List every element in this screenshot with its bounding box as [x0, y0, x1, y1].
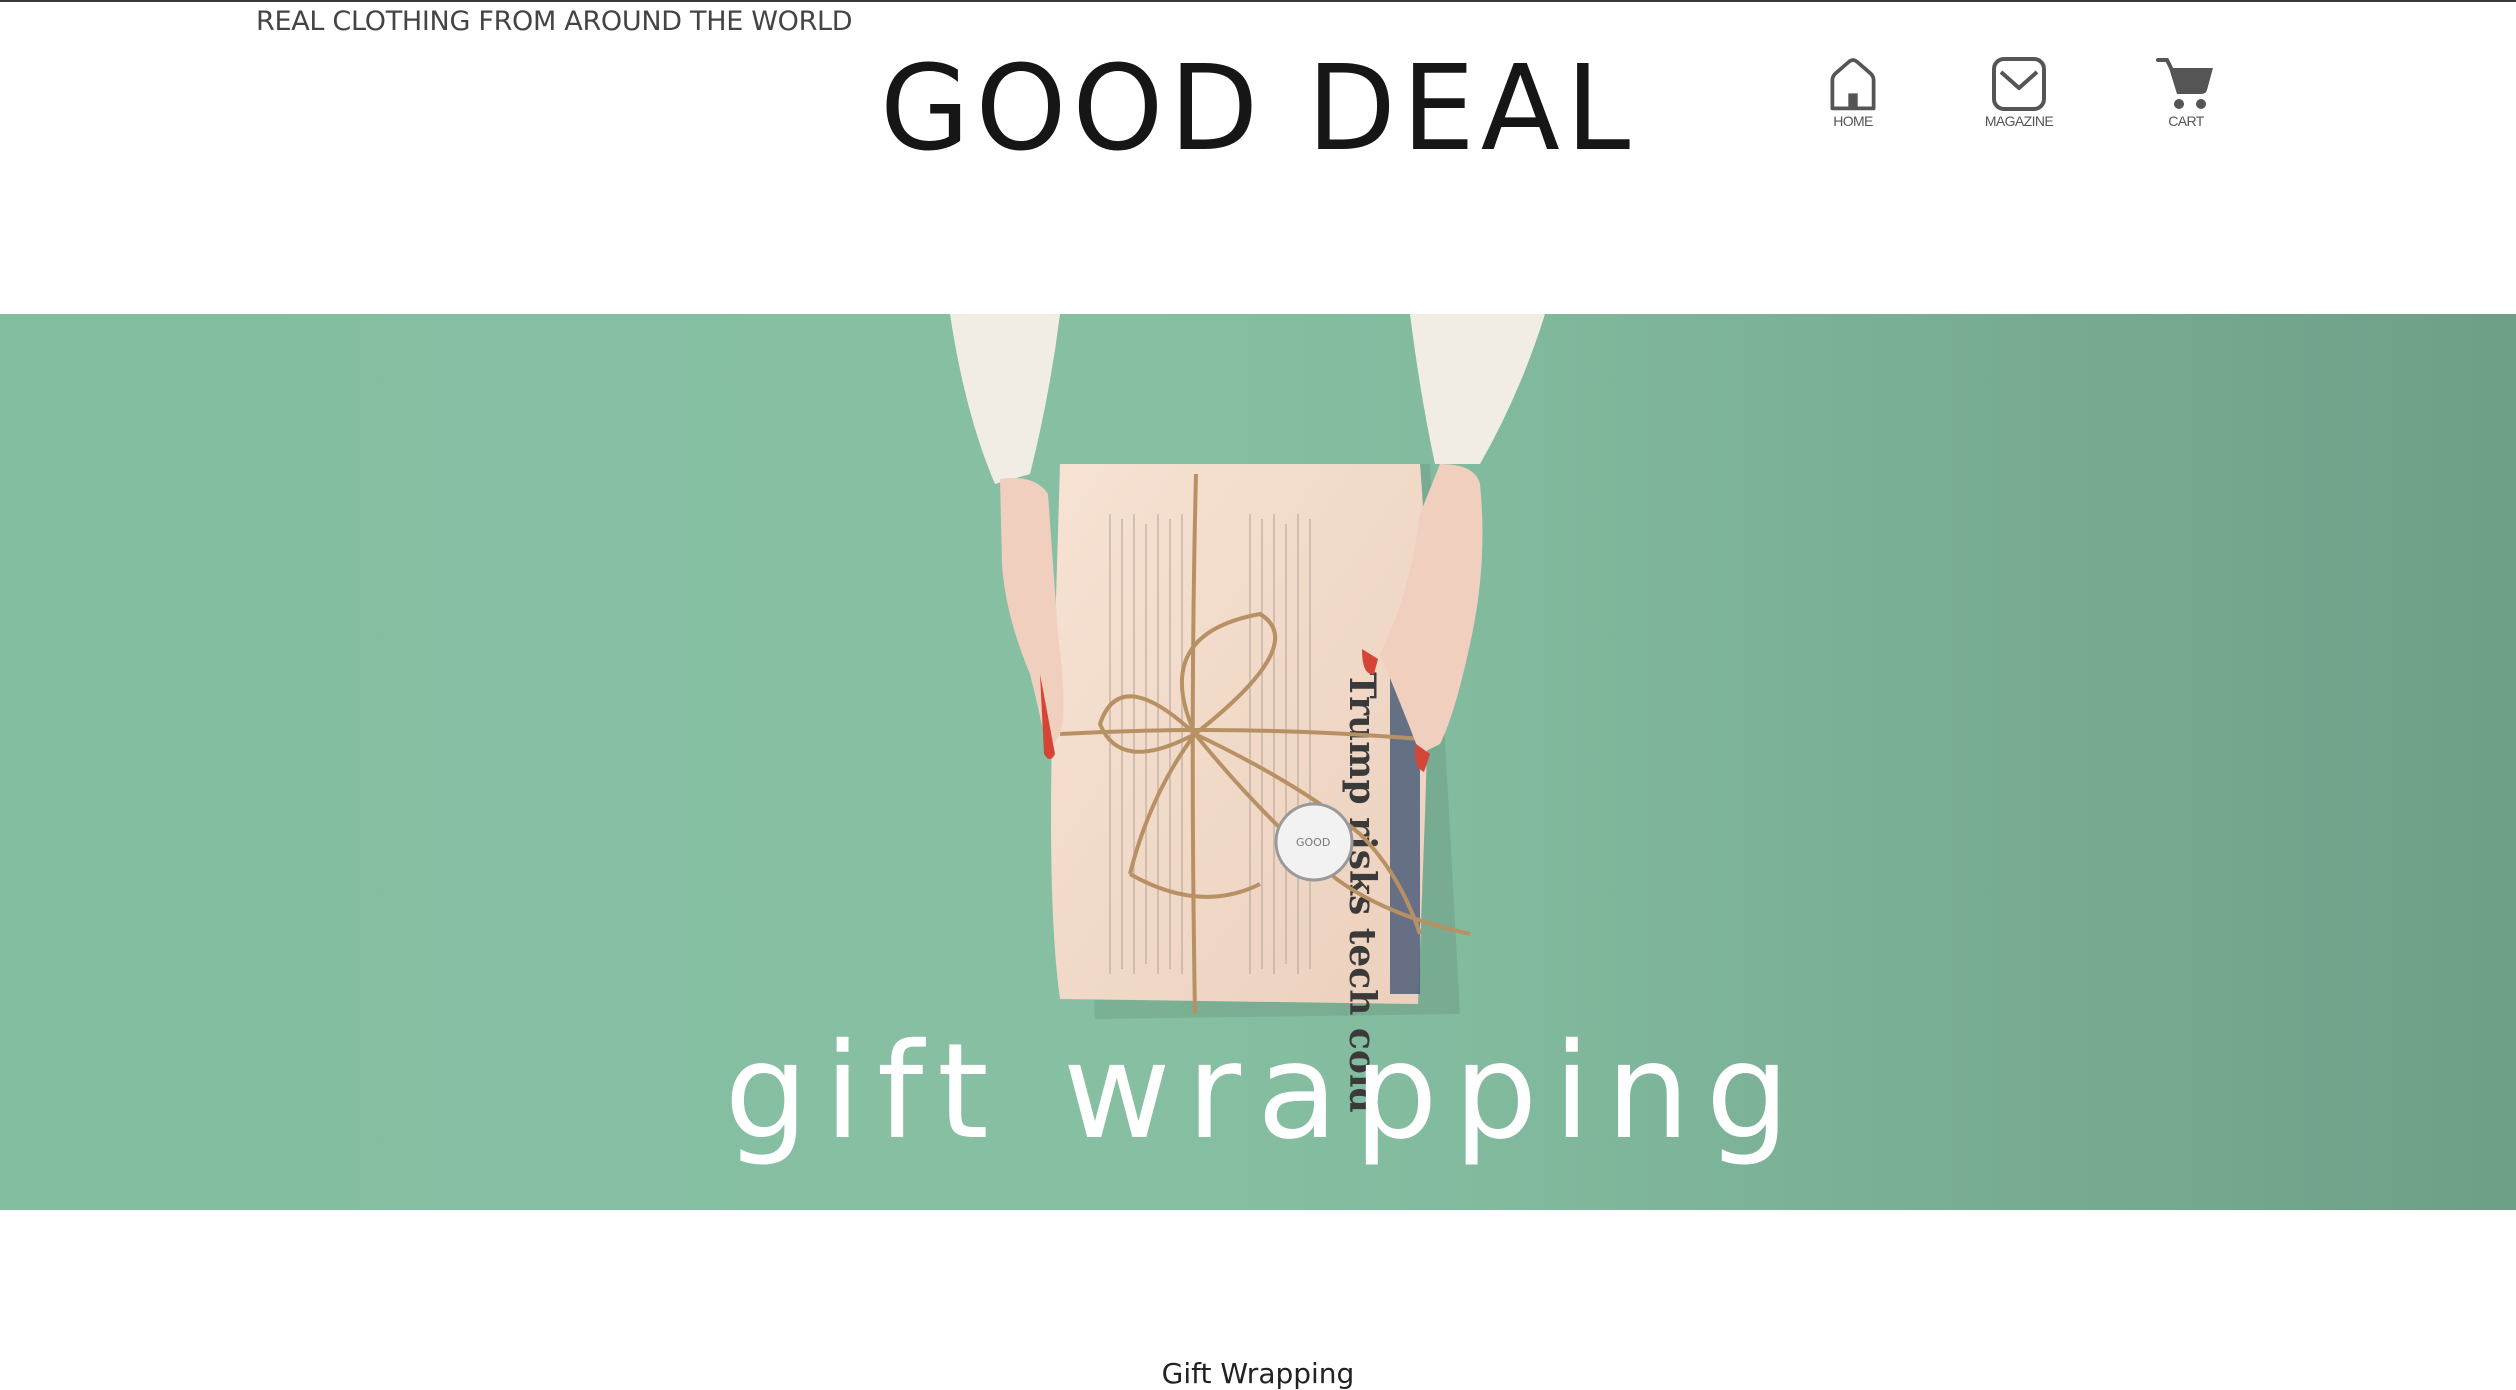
hero-caption: gift wrapping	[724, 1015, 1806, 1169]
site-logo[interactable]: GOOD DEAL	[25, 43, 2491, 174]
section-heading: Gift Wrapping	[1161, 1357, 1355, 1390]
nav-cart-label: CART	[2168, 113, 2204, 129]
nav-magazine-label: MAGAZINE	[1984, 113, 2054, 129]
site-tagline: REAL CLOTHING FROM AROUND THE WORLD	[256, 6, 853, 37]
nav-cart-button[interactable]: CART	[2126, 54, 2246, 128]
envelope-icon	[1992, 57, 2046, 111]
cart-icon	[2156, 58, 2213, 109]
nav-magazine-button[interactable]: MAGAZINE	[1959, 54, 2079, 128]
nav-home-button[interactable]: HOME	[1793, 54, 1913, 128]
hero-banner[interactable]: Trump risks tech cold GOOD gift wrapping	[0, 314, 2516, 1210]
left-sleeve	[950, 314, 1060, 484]
home-icon	[1830, 58, 1876, 111]
seal-text: GOOD	[1296, 836, 1330, 849]
top-border	[0, 0, 2516, 2]
nav-home-label: HOME	[1833, 113, 1873, 129]
